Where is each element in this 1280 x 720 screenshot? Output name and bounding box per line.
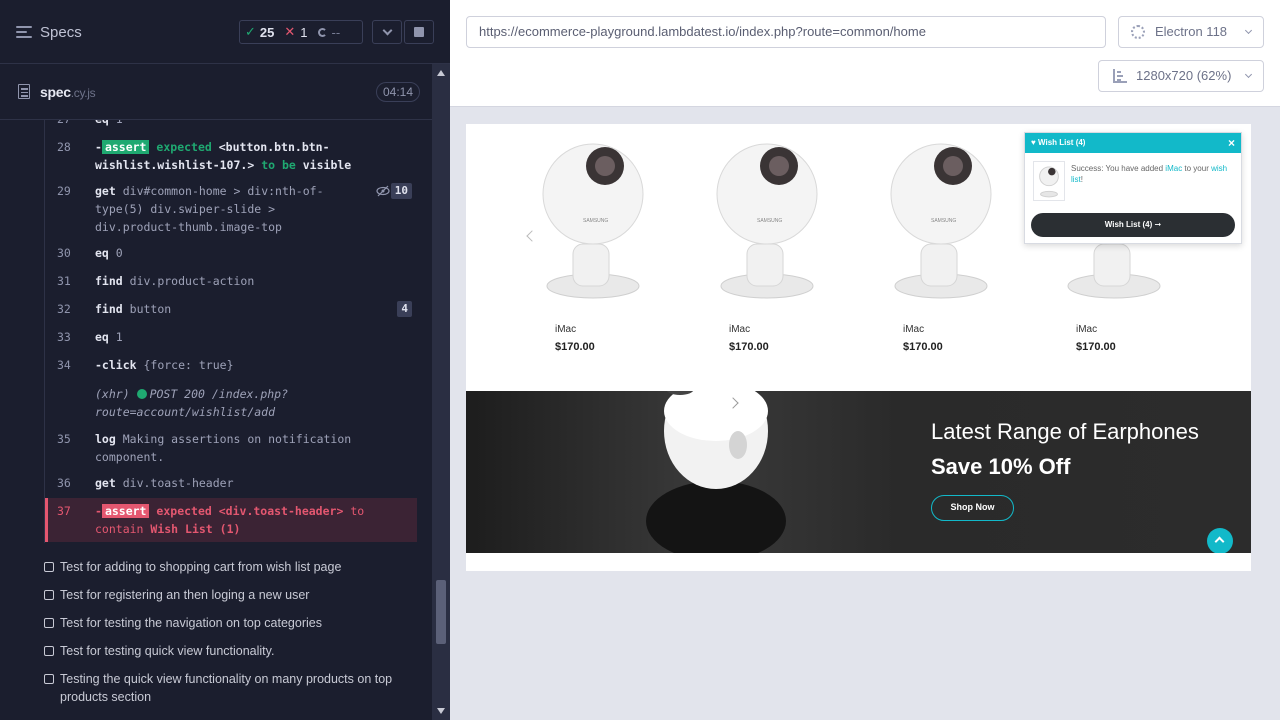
viewport-selector[interactable]: 1280x720 (62%) — [1098, 60, 1264, 92]
toast-header: ♥ Wish List (4) × — [1025, 133, 1241, 153]
earphone-image — [646, 391, 786, 553]
banner-title: Latest Range of Earphones — [931, 419, 1199, 444]
scroll-up-icon[interactable] — [437, 70, 445, 76]
file-icon — [18, 84, 30, 99]
test-checkbox-icon — [44, 590, 54, 600]
browser-icon — [1131, 25, 1145, 39]
specs-title[interactable]: Specs — [40, 24, 82, 41]
back-to-top-button[interactable] — [1207, 528, 1233, 554]
stop-icon — [414, 27, 424, 37]
svg-text:SAMSUNG: SAMSUNG — [583, 218, 608, 224]
arrow-up-icon — [1214, 536, 1225, 547]
collapse-button[interactable] — [372, 20, 402, 44]
test-checkbox-icon — [44, 618, 54, 628]
failed-command-row[interactable]: 37 - assert expected <div.toast-header> t… — [45, 498, 417, 542]
earphones-banner: Latest Range of Earphones Save 10% Off S… — [466, 391, 1251, 553]
aut-panel: https://ecommerce-playground.lambdatest.… — [450, 0, 1280, 720]
test-stats: ✓ 25 ✕ 1 -- — [239, 20, 363, 44]
command-row[interactable]: 32 find button 4 — [45, 300, 417, 318]
command-row[interactable]: 28 - assert expected <button.btn.btn-wish… — [45, 138, 417, 174]
shop-now-button[interactable]: Shop Now — [931, 495, 1014, 521]
command-log: 27 eq 1 28 -assert expected <button.btn.… — [44, 120, 417, 543]
test-checkbox-icon — [44, 562, 54, 572]
element-count-badge: 10 — [390, 183, 412, 199]
svg-text:SAMSUNG: SAMSUNG — [757, 218, 782, 224]
reporter-scrollbar[interactable] — [432, 64, 450, 720]
banner-subtitle: Save 10% Off — [931, 454, 1071, 479]
spec-file-name[interactable]: spec.cy.js — [40, 84, 96, 100]
assert-tag: assert — [101, 504, 150, 518]
test-checkbox-icon — [44, 674, 54, 684]
menu-icon[interactable] — [16, 26, 32, 38]
command-row[interactable]: 27 eq 1 — [45, 120, 417, 128]
toast-message: Success: You have added iMac to your wis… — [1071, 164, 1228, 184]
chevron-down-icon — [1244, 26, 1253, 35]
reporter-panel: Specs ✓25 ✕1 -- spec.cy.js 04:14 27 eq 1… — [0, 0, 450, 720]
product-card[interactable]: SAMSUNG iMac $170.00 — [849, 124, 1023, 364]
url-bar[interactable]: https://ecommerce-playground.lambdatest.… — [466, 16, 1106, 48]
heart-icon: ♥ — [1031, 138, 1036, 147]
close-icon[interactable]: × — [1228, 133, 1235, 153]
check-icon: ✓ — [245, 24, 256, 39]
aut-page: SAMSUNG iMac $170.00 SAMSUNG iMac $170.0… — [466, 124, 1251, 571]
product-image: SAMSUNG — [542, 143, 644, 299]
ruler-icon — [1113, 69, 1127, 83]
product-link[interactable]: iMac — [1165, 164, 1182, 173]
spec-duration: 04:14 — [376, 82, 421, 102]
scrollbar-thumb[interactable] — [436, 580, 446, 644]
status-dot — [136, 389, 147, 399]
command-row[interactable]: 35 log Making assertions on notification… — [45, 430, 417, 466]
command-row[interactable]: 29 get div#common-home > div:nth-of-type… — [45, 182, 417, 236]
passed-count: ✓ 25 — [245, 24, 275, 40]
aut-toolbar: https://ecommerce-playground.lambdatest.… — [450, 0, 1280, 107]
wishlist-toast: ♥ Wish List (4) × Success: You have adde… — [1024, 132, 1242, 244]
toast-product-thumbnail — [1033, 161, 1065, 201]
reporter-header: Specs ✓ 25 ✕ 1 -- — [0, 0, 450, 64]
chevron-down-icon — [1244, 70, 1253, 79]
spec-file-bar: spec.cy.js 04:14 — [0, 65, 432, 120]
assert-tag: assert — [101, 140, 150, 154]
scroll-down-icon[interactable] — [437, 708, 445, 714]
pending-count: -- — [313, 21, 346, 43]
failed-count: ✕ 1 — [284, 24, 308, 40]
eye-slash-icon — [376, 185, 390, 197]
browser-selector[interactable]: Electron 118 — [1118, 16, 1264, 48]
cross-icon: ✕ — [284, 24, 296, 39]
xhr-row[interactable]: (xhr) POST 200 /index.php?route=account/… — [45, 385, 417, 421]
product-card[interactable]: SAMSUNG iMac $170.00 — [501, 124, 675, 364]
product-image: SAMSUNG — [890, 143, 992, 299]
svg-text:SAMSUNG: SAMSUNG — [931, 218, 956, 224]
spinner-icon — [317, 27, 327, 37]
stop-button[interactable] — [404, 20, 434, 44]
product-card[interactable]: SAMSUNG iMac $170.00 — [675, 124, 849, 364]
wishlist-button[interactable]: Wish List (4) ➞ — [1031, 213, 1235, 237]
element-count-badge: 4 — [397, 301, 412, 317]
product-image: SAMSUNG — [716, 143, 818, 299]
test-checkbox-icon — [44, 646, 54, 656]
chevron-down-icon — [382, 25, 392, 35]
